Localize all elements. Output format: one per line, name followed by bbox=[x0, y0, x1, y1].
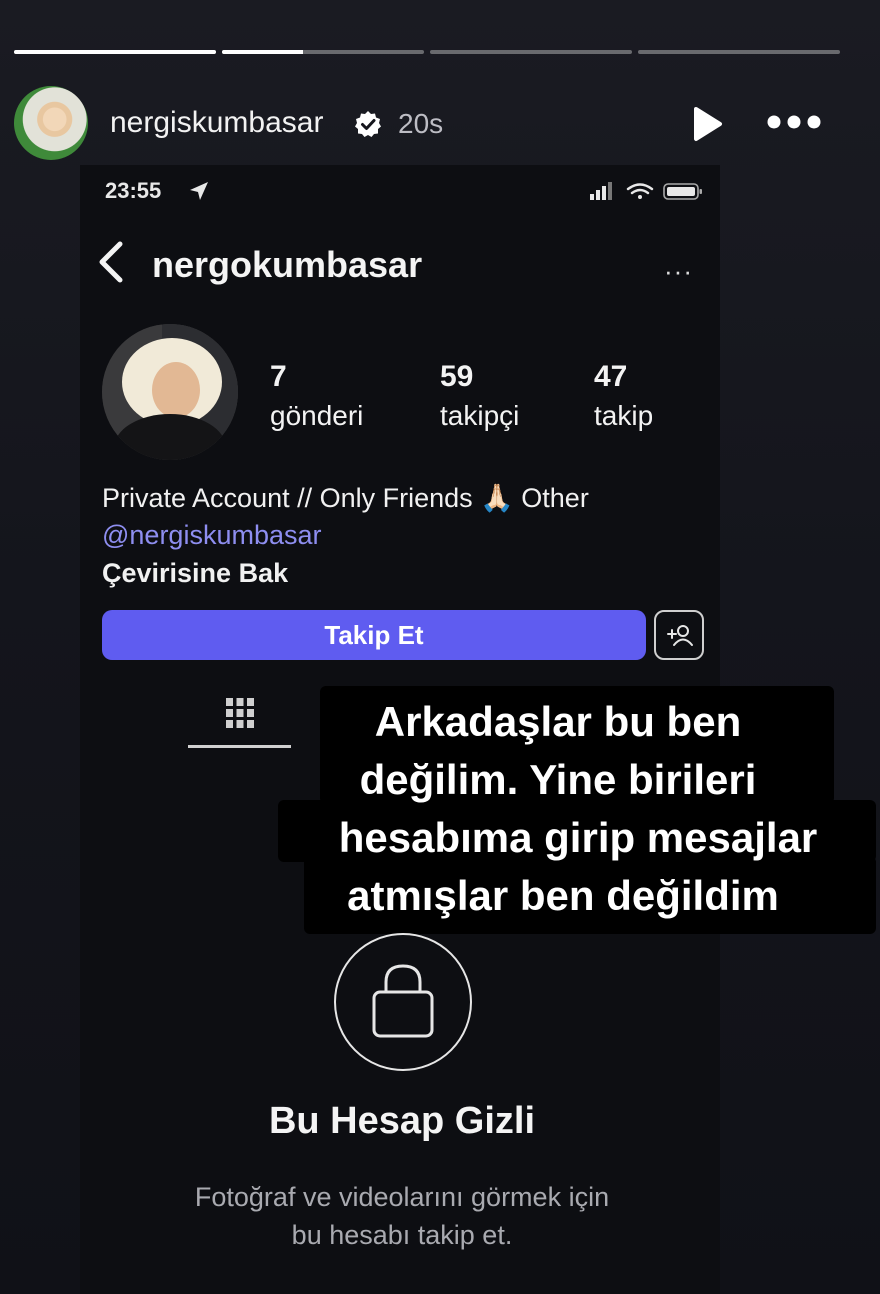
stat-posts[interactable]: 7 gönderi bbox=[270, 360, 363, 432]
stat-following-label: takip bbox=[594, 400, 654, 431]
more-options-icon[interactable] bbox=[766, 114, 822, 130]
verified-badge-icon bbox=[355, 111, 381, 137]
story-time: 20s bbox=[398, 108, 444, 139]
add-user-icon bbox=[667, 625, 693, 646]
stat-followers-label: takipçi bbox=[440, 400, 520, 431]
stat-posts-label: gönderi bbox=[270, 400, 364, 431]
private-desc-line: bu hesabı takip et. bbox=[291, 1220, 513, 1250]
wifi-icon bbox=[626, 183, 654, 199]
progress-segment bbox=[222, 50, 424, 54]
stat-posts-value: 7 bbox=[270, 360, 287, 393]
follow-button-label: Takip Et bbox=[324, 619, 424, 650]
progress-segment bbox=[638, 50, 840, 54]
suggested-users-button[interactable] bbox=[654, 610, 704, 660]
private-account-description: Fotoğraf ve videolarını görmek için bu h… bbox=[0, 1178, 880, 1254]
private-account-title: Bu Hesap Gizli bbox=[268, 1100, 536, 1142]
story-avatar[interactable] bbox=[14, 86, 88, 160]
avatar-portrait bbox=[102, 324, 238, 460]
stat-followers-value: 59 bbox=[440, 360, 474, 393]
play-icon[interactable] bbox=[690, 106, 724, 142]
stat-followers[interactable]: 59 takipçi bbox=[440, 360, 519, 432]
signal-icon bbox=[590, 182, 612, 200]
status-time: 23:55 bbox=[105, 178, 162, 203]
profile-more-icon[interactable]: ··· bbox=[664, 256, 693, 287]
caption-line: Arkadaşlar bu ben bbox=[374, 698, 742, 745]
caption-line: atmışlar ben değildim bbox=[347, 872, 779, 919]
follow-button[interactable]: Takip Et bbox=[102, 610, 646, 660]
profile-link[interactable]: @nergiskumbasar bbox=[102, 520, 322, 551]
progress-segment bbox=[430, 50, 632, 54]
profile-avatar[interactable] bbox=[102, 324, 238, 460]
profile-bio: Private Account // Only Friends 🙏🏻 Other bbox=[102, 483, 589, 513]
story-username[interactable]: nergiskumbasar bbox=[110, 106, 323, 140]
stat-following[interactable]: 47 takip bbox=[594, 360, 653, 432]
caption-line: hesabıma girip mesajlar bbox=[338, 814, 818, 861]
stat-following-value: 47 bbox=[594, 360, 628, 393]
battery-icon bbox=[663, 183, 702, 200]
progress-segment bbox=[14, 50, 216, 54]
back-chevron-icon[interactable] bbox=[96, 240, 126, 284]
location-arrow-icon bbox=[190, 182, 208, 200]
caption-line: değilim. Yine birileri bbox=[359, 756, 757, 803]
status-icons bbox=[590, 182, 702, 200]
see-translation-link[interactable]: Çevirisine Bak bbox=[102, 558, 288, 589]
profile-username: nergokumbasar bbox=[152, 244, 423, 285]
private-desc-line: Fotoğraf ve videolarını görmek için bbox=[194, 1182, 610, 1212]
story-progress bbox=[14, 50, 840, 54]
story-header: nergiskumbasar 20s bbox=[14, 86, 864, 162]
lock-icon bbox=[372, 964, 434, 1038]
